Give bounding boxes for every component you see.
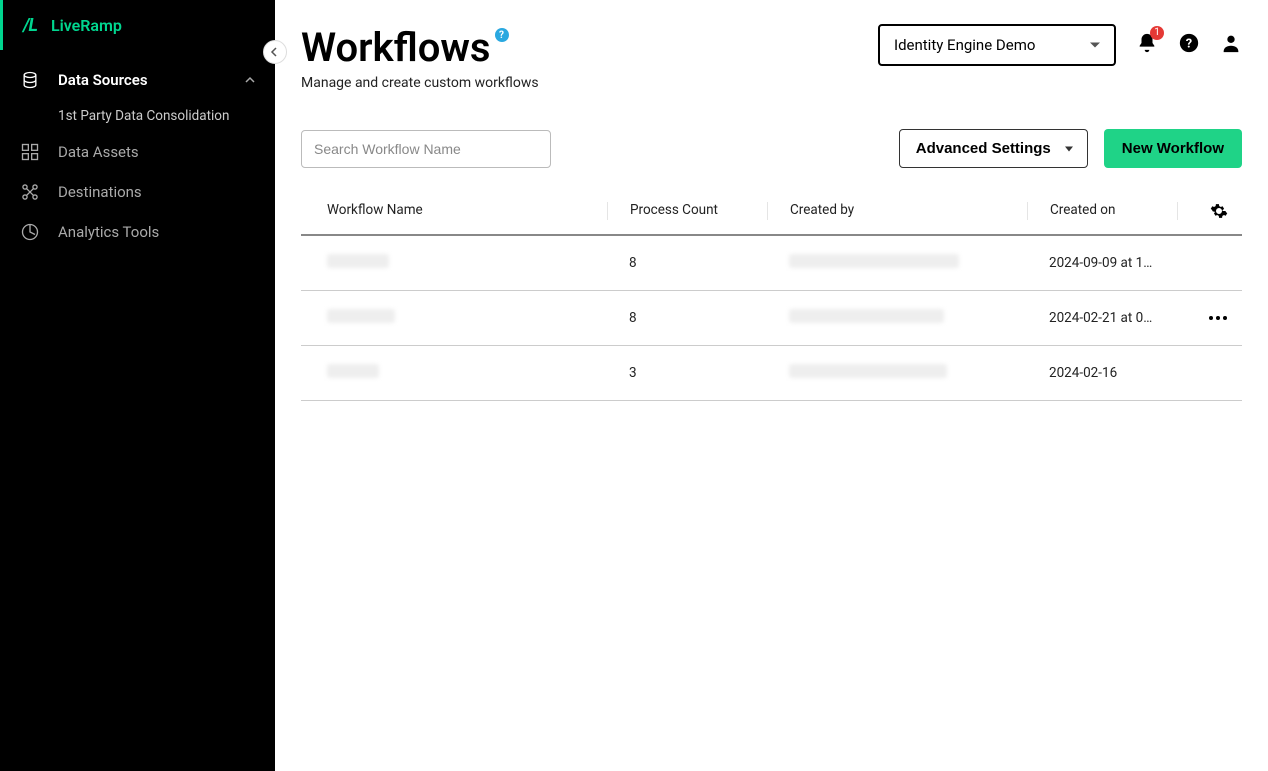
collapse-sidebar-button[interactable]	[263, 40, 287, 64]
sidebar-item-label: Analytics Tools	[58, 223, 255, 241]
grid-icon	[20, 142, 40, 162]
info-icon[interactable]: ?	[495, 28, 509, 42]
col-process-count[interactable]: Process Count	[607, 202, 767, 220]
help-icon: ?	[1178, 32, 1200, 54]
sidebar-item-label: Data Assets	[58, 143, 255, 161]
chevron-up-icon	[245, 75, 255, 85]
profile-button[interactable]	[1220, 32, 1242, 58]
cell-process-count: 8	[607, 310, 767, 326]
cell-created-on: 2024-02-21 at 0…	[1027, 310, 1177, 326]
database-icon	[20, 70, 40, 90]
cell-created-by	[767, 364, 1027, 382]
cell-created-by	[767, 309, 1027, 327]
table-row[interactable]: 8 2024-09-09 at 1…	[301, 236, 1242, 291]
chevron-left-icon	[270, 47, 280, 57]
main-content: Workflows ? Manage and create custom wor…	[275, 0, 1268, 771]
nodes-icon	[20, 182, 40, 202]
sidebar: /L LiveRamp Data Sources 1st Party Data …	[0, 0, 275, 771]
workflows-table: Workflow Name Process Count Created by C…	[301, 188, 1242, 401]
svg-text:?: ?	[1186, 37, 1192, 52]
sidebar-item-analytics-tools[interactable]: Analytics Tools	[0, 212, 275, 252]
controls-row: Advanced Settings New Workflow	[301, 129, 1242, 168]
help-button[interactable]: ?	[1178, 32, 1200, 58]
logo-text: LiveRamp	[51, 16, 122, 35]
col-created-on[interactable]: Created on	[1027, 202, 1177, 220]
sidebar-item-data-assets[interactable]: Data Assets	[0, 132, 275, 172]
logo-mark: /L	[23, 15, 37, 36]
cell-workflow-name	[327, 309, 607, 327]
logo[interactable]: /L LiveRamp	[0, 0, 275, 50]
search-input[interactable]	[301, 130, 551, 168]
environment-label: Identity Engine Demo	[894, 36, 1035, 54]
table-row[interactable]: 8 2024-02-21 at 0…	[301, 291, 1242, 346]
col-created-by[interactable]: Created by	[767, 202, 1027, 220]
row-actions-button[interactable]	[1177, 316, 1237, 320]
table-settings-button[interactable]	[1177, 202, 1237, 220]
more-horizontal-icon	[1209, 316, 1227, 320]
page-subtitle: Manage and create custom workflows	[301, 75, 539, 91]
user-icon	[1220, 32, 1242, 54]
col-workflow-name[interactable]: Workflow Name	[327, 202, 607, 220]
new-workflow-button[interactable]: New Workflow	[1104, 129, 1242, 168]
sidebar-item-data-sources[interactable]: Data Sources	[0, 60, 275, 100]
page-title: Workflows	[301, 24, 491, 71]
analytics-icon	[20, 222, 40, 242]
cell-process-count: 8	[607, 255, 767, 271]
cell-created-on: 2024-02-16	[1027, 365, 1177, 381]
gear-icon	[1210, 202, 1228, 220]
table-row[interactable]: 3 2024-02-16	[301, 346, 1242, 401]
sidebar-item-label: Destinations	[58, 183, 255, 201]
sidebar-item-label: Data Sources	[58, 71, 245, 89]
notifications-button[interactable]: 1	[1136, 32, 1158, 58]
cell-process-count: 3	[607, 365, 767, 381]
sidebar-item-destinations[interactable]: Destinations	[0, 172, 275, 212]
cell-created-by	[767, 254, 1027, 272]
sidebar-subitem-1st-party[interactable]: 1st Party Data Consolidation	[0, 100, 275, 132]
environment-select[interactable]: Identity Engine Demo	[878, 24, 1116, 66]
notification-badge: 1	[1150, 26, 1164, 40]
cell-workflow-name	[327, 364, 607, 382]
topbar: Workflows ? Manage and create custom wor…	[301, 24, 1242, 91]
advanced-settings-button[interactable]: Advanced Settings	[899, 129, 1088, 168]
table-header: Workflow Name Process Count Created by C…	[301, 188, 1242, 236]
cell-created-on: 2024-09-09 at 1…	[1027, 255, 1177, 271]
nav: Data Sources 1st Party Data Consolidatio…	[0, 50, 275, 252]
cell-workflow-name	[327, 254, 607, 272]
